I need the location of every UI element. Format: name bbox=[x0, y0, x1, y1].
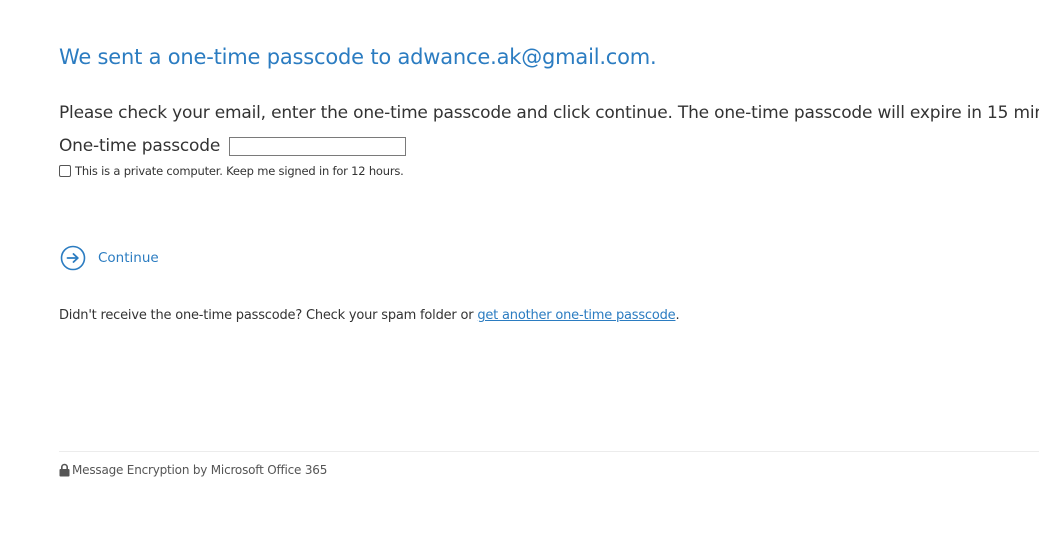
passcode-input[interactable] bbox=[229, 136, 407, 156]
resend-prefix: Didn't receive the one-time passcode? Ch… bbox=[59, 308, 478, 323]
remember-label: This is a private computer. Keep me sign… bbox=[75, 164, 404, 178]
arrow-circle-right-icon bbox=[60, 245, 86, 271]
lock-icon bbox=[59, 463, 70, 477]
footer-divider bbox=[59, 451, 1039, 452]
footer-text: Message Encryption by Microsoft Office 3… bbox=[72, 463, 328, 477]
remember-row: This is a private computer. Keep me sign… bbox=[59, 162, 404, 180]
resend-row: Didn't receive the one-time passcode? Ch… bbox=[59, 308, 680, 323]
page-heading: We sent a one-time passcode to adwance.a… bbox=[59, 45, 657, 69]
passcode-label: One-time passcode bbox=[59, 136, 221, 156]
remember-checkbox[interactable] bbox=[59, 165, 71, 177]
continue-label: Continue bbox=[98, 250, 159, 266]
resend-suffix: . bbox=[675, 308, 680, 323]
passcode-row: One-time passcode bbox=[59, 134, 407, 158]
get-another-passcode-link[interactable]: get another one-time passcode bbox=[477, 308, 675, 323]
instructions-text: Please check your email, enter the one-t… bbox=[59, 103, 1039, 123]
continue-button[interactable]: Continue bbox=[60, 245, 159, 271]
footer: Message Encryption by Microsoft Office 3… bbox=[59, 461, 327, 479]
